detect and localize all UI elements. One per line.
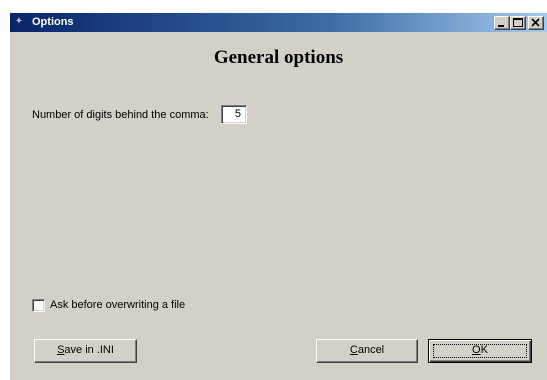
title-bar[interactable]: ✦ Options: [10, 13, 547, 32]
digits-label: Number of digits behind the comma:: [32, 109, 209, 121]
app-icon: ✦: [14, 16, 24, 27]
window-title: Options: [32, 16, 74, 28]
minimize-icon: [498, 25, 504, 27]
close-button[interactable]: [528, 16, 544, 30]
minimize-button[interactable]: [494, 16, 510, 30]
save-ini-label: ave in .INI: [64, 344, 114, 356]
overwrite-checkbox-label[interactable]: Ask before overwriting a file: [50, 298, 185, 313]
maximize-icon: [513, 18, 523, 27]
maximize-button[interactable]: [510, 16, 526, 30]
close-icon: [531, 18, 540, 27]
cancel-mnemonic: C: [349, 344, 358, 356]
ok-mnemonic: O: [472, 344, 481, 356]
save-ini-button[interactable]: Save in .INI: [34, 339, 137, 363]
overwrite-checkbox[interactable]: [32, 299, 45, 312]
ok-label: K: [480, 344, 488, 356]
options-window: ✦ Options General options Number of digi…: [10, 13, 547, 380]
ok-button[interactable]: OK: [428, 339, 532, 363]
digits-input[interactable]: 5: [221, 105, 247, 124]
dialog-heading: General options: [213, 47, 344, 68]
cancel-label: ancel: [357, 344, 385, 356]
cancel-button[interactable]: Cancel: [316, 339, 418, 363]
